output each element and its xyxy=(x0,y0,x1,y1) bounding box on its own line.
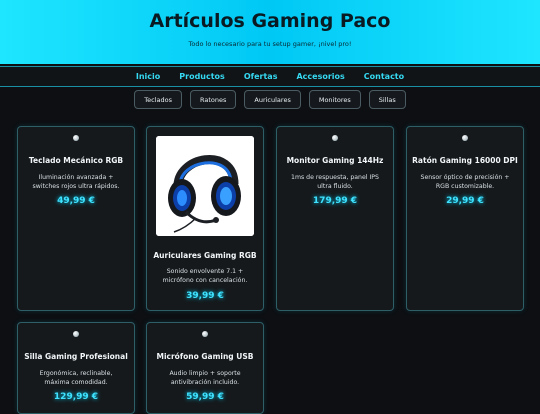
category-button-teclados[interactable]: Teclados xyxy=(134,90,182,109)
bullet-dot-icon xyxy=(73,331,79,337)
product-description: Audio limpio + soporte antivibración inc… xyxy=(169,370,241,386)
product-card-microfono[interactable]: Micrófono Gaming USB Audio limpio + sopo… xyxy=(146,322,264,414)
product-price: 39,99 € xyxy=(186,291,224,301)
bullet-dot-icon xyxy=(332,135,338,141)
site-title: Artículos Gaming Paco xyxy=(149,10,391,32)
product-name: Monitor Gaming 144Hz xyxy=(286,156,384,165)
product-price: 59,99 € xyxy=(186,392,224,402)
bullet-dot-icon xyxy=(462,135,468,141)
product-name: Auriculares Gaming RGB xyxy=(153,251,257,260)
nav-link-contacto[interactable]: Contacto xyxy=(364,72,404,81)
product-name: Silla Gaming Profesional xyxy=(24,352,128,361)
product-card-teclado[interactable]: Teclado Mecánico RGB Iluminación avanzad… xyxy=(17,126,135,311)
product-description: Iluminación avanzada + switches rojos ul… xyxy=(32,174,120,190)
category-filter-bar: Teclados Ratones Auriculares Monitores S… xyxy=(0,90,540,110)
site-header: Artículos Gaming Paco Todo lo necesario … xyxy=(0,0,540,64)
product-description: Sensor óptico de precisión + RGB customi… xyxy=(420,174,510,190)
nav-link-inicio[interactable]: Inicio xyxy=(136,72,160,81)
category-button-ratones[interactable]: Ratones xyxy=(190,90,237,109)
product-name: Ratón Gaming 16000 DPI xyxy=(412,156,518,165)
product-card-silla[interactable]: Silla Gaming Profesional Ergonómica, rec… xyxy=(17,322,135,414)
nav-link-ofertas[interactable]: Ofertas xyxy=(244,72,278,81)
bullet-dot-icon xyxy=(202,331,208,337)
product-description: 1ms de respuesta, panel IPS ultra fluido… xyxy=(291,174,379,190)
category-button-auriculares[interactable]: Auriculares xyxy=(244,90,301,109)
product-price: 129,99 € xyxy=(53,392,99,402)
product-card-monitor[interactable]: Monitor Gaming 144Hz 1ms de respuesta, p… xyxy=(276,126,394,311)
product-price: 49,99 € xyxy=(57,196,95,206)
product-name: Micrófono Gaming USB xyxy=(156,352,254,361)
product-card-raton[interactable]: Ratón Gaming 16000 DPI Sensor óptico de … xyxy=(406,126,524,311)
product-price: 179,99 € xyxy=(312,196,358,206)
nav-link-productos[interactable]: Productos xyxy=(179,72,225,81)
product-card-auriculares[interactable]: Auriculares Gaming RGB Sonido envolvente… xyxy=(146,126,264,311)
category-button-sillas[interactable]: Sillas xyxy=(368,90,406,109)
main-nav: Inicio Productos Ofertas Accesorios Cont… xyxy=(0,66,540,87)
product-name: Teclado Mecánico RGB xyxy=(28,156,124,165)
product-price: 29,99 € xyxy=(446,196,484,206)
headset-image xyxy=(156,136,254,236)
nav-link-accesorios[interactable]: Accesorios xyxy=(296,72,344,81)
product-description: Sonido envolvente 7.1 + micrófono con ca… xyxy=(162,268,248,284)
category-button-monitores[interactable]: Monitores xyxy=(308,90,361,109)
product-description: Ergonómica, reclinable, máxima comodidad… xyxy=(39,370,113,386)
site-subtitle: Todo lo necesario para tu setup gamer, ¡… xyxy=(188,40,352,48)
bullet-dot-icon xyxy=(73,135,79,141)
